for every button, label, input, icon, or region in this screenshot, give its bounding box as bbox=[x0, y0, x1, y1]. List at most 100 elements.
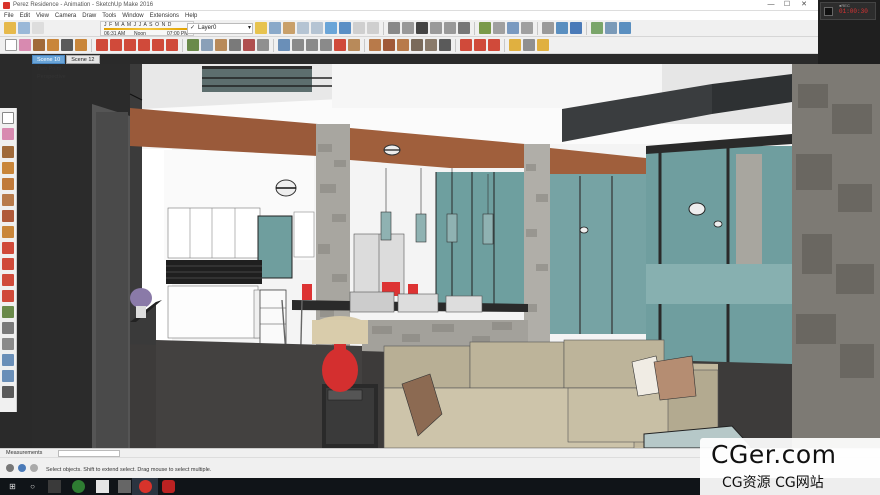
folder-icon[interactable] bbox=[255, 22, 267, 34]
stop-record-icon[interactable] bbox=[824, 7, 833, 16]
solid-outer-shell-icon[interactable] bbox=[460, 39, 472, 51]
from-contours-icon[interactable] bbox=[369, 39, 381, 51]
stamp-icon[interactable] bbox=[411, 39, 423, 51]
move-icon[interactable] bbox=[110, 39, 122, 51]
zoom-window-icon[interactable] bbox=[320, 39, 332, 51]
menu-view[interactable]: View bbox=[36, 13, 49, 19]
extension-warehouse-icon[interactable] bbox=[509, 39, 521, 51]
left-view-icon[interactable] bbox=[458, 22, 470, 34]
save-icon[interactable] bbox=[269, 22, 281, 34]
back-view-icon[interactable] bbox=[444, 22, 456, 34]
pencil-icon[interactable] bbox=[33, 39, 45, 51]
chevron-down-icon[interactable]: ▾ bbox=[248, 24, 251, 33]
chrome-icon[interactable] bbox=[72, 480, 85, 493]
polygon-tool-icon[interactable] bbox=[2, 210, 14, 222]
freehand-tool-icon[interactable] bbox=[2, 162, 14, 174]
iso-view-icon[interactable] bbox=[388, 22, 400, 34]
solid-intersect-icon[interactable] bbox=[474, 39, 486, 51]
3d-text-icon[interactable] bbox=[257, 39, 269, 51]
menu-draw[interactable]: Draw bbox=[82, 13, 96, 19]
paste-icon[interactable] bbox=[325, 22, 337, 34]
zoom-icon[interactable] bbox=[306, 39, 318, 51]
select-arrow-icon[interactable] bbox=[5, 39, 17, 51]
circle-tool-icon[interactable] bbox=[2, 194, 14, 206]
line-tool-icon[interactable] bbox=[2, 146, 14, 158]
section-plane-icon[interactable] bbox=[521, 22, 533, 34]
components-icon[interactable] bbox=[591, 22, 603, 34]
menu-tools[interactable]: Tools bbox=[102, 13, 116, 19]
sketchup-taskbar-icon[interactable] bbox=[139, 480, 152, 493]
xray-icon[interactable] bbox=[353, 22, 365, 34]
walk-icon[interactable] bbox=[479, 22, 491, 34]
axes-icon[interactable] bbox=[243, 39, 255, 51]
zoom-extents-icon[interactable] bbox=[556, 22, 568, 34]
text-icon[interactable] bbox=[229, 39, 241, 51]
previous-view-icon[interactable] bbox=[334, 39, 346, 51]
from-scratch-icon[interactable] bbox=[383, 39, 395, 51]
walk-tool-icon[interactable] bbox=[2, 386, 14, 398]
app-icon[interactable] bbox=[96, 480, 109, 493]
warehouse-icon[interactable] bbox=[619, 22, 631, 34]
follow-me-icon[interactable] bbox=[138, 39, 150, 51]
layer-select[interactable]: ✓ Layer0 ▾ bbox=[187, 23, 253, 34]
protractor-icon[interactable] bbox=[215, 39, 227, 51]
text-tool-icon[interactable] bbox=[2, 322, 14, 334]
offset-icon[interactable] bbox=[166, 39, 178, 51]
rotate-tool-icon[interactable] bbox=[2, 258, 14, 270]
help-icon[interactable] bbox=[30, 464, 38, 472]
dimension-icon[interactable] bbox=[201, 39, 213, 51]
file-explorer-icon[interactable] bbox=[118, 480, 131, 493]
copy-icon[interactable] bbox=[311, 22, 323, 34]
shadow-time-slider[interactable]: J F M A M J J A S O N D 06:31 AM Noon 07… bbox=[100, 21, 194, 37]
credits-icon[interactable] bbox=[18, 464, 26, 472]
eraser-tool-icon[interactable] bbox=[2, 128, 14, 140]
offset-tool-icon[interactable] bbox=[2, 290, 14, 302]
rotate-icon[interactable] bbox=[124, 39, 136, 51]
fog-icon[interactable] bbox=[32, 22, 44, 34]
tab-scene-12[interactable]: Scene 12 bbox=[66, 55, 100, 64]
get-models-icon[interactable] bbox=[537, 39, 549, 51]
add-detail-icon[interactable] bbox=[439, 39, 451, 51]
menu-help[interactable]: Help bbox=[185, 13, 197, 19]
search-icon[interactable]: ○ bbox=[26, 480, 39, 493]
start-button[interactable]: ⊞ bbox=[6, 480, 19, 493]
tape-measure-icon[interactable] bbox=[187, 39, 199, 51]
screen-recorder-widget[interactable]: ●REC 01:00:30 bbox=[820, 2, 876, 20]
top-view-icon[interactable] bbox=[402, 22, 414, 34]
position-camera-icon[interactable] bbox=[493, 22, 505, 34]
recorder-taskbar-icon[interactable] bbox=[162, 480, 175, 493]
push-pull-icon[interactable] bbox=[96, 39, 108, 51]
box-icon[interactable] bbox=[283, 22, 295, 34]
minimize-button[interactable]: — bbox=[764, 0, 778, 11]
scale-icon[interactable] bbox=[152, 39, 164, 51]
orbit-icon[interactable] bbox=[542, 22, 554, 34]
paint-bucket-icon[interactable] bbox=[75, 39, 87, 51]
model-info-icon[interactable] bbox=[605, 22, 617, 34]
menu-window[interactable]: Window bbox=[122, 13, 143, 19]
pan-icon[interactable] bbox=[292, 39, 304, 51]
back-edges-icon[interactable] bbox=[367, 22, 379, 34]
position-camera-tool-icon[interactable] bbox=[2, 370, 14, 382]
menu-extensions[interactable]: Extensions bbox=[150, 13, 179, 19]
pan-tool-icon[interactable] bbox=[2, 338, 14, 350]
tape-tool-icon[interactable] bbox=[2, 306, 14, 318]
smoove-icon[interactable] bbox=[397, 39, 409, 51]
scale-tool-icon[interactable] bbox=[2, 274, 14, 286]
arc-tool-icon[interactable] bbox=[2, 226, 14, 238]
shadow-date-bar[interactable] bbox=[104, 28, 190, 30]
sandbox-icon[interactable] bbox=[348, 39, 360, 51]
geo-location-icon[interactable] bbox=[6, 464, 14, 472]
tab-scene-10[interactable]: Scene 10 bbox=[32, 55, 66, 64]
display-style-icon[interactable] bbox=[339, 22, 351, 34]
rectangle-tool-icon[interactable] bbox=[2, 178, 14, 190]
undo-view-icon[interactable] bbox=[570, 22, 582, 34]
maximize-button[interactable]: ☐ bbox=[780, 0, 794, 11]
solid-union-icon[interactable] bbox=[488, 39, 500, 51]
eraser-icon[interactable] bbox=[19, 39, 31, 51]
rectangle-icon[interactable] bbox=[61, 39, 73, 51]
share-model-icon[interactable] bbox=[523, 39, 535, 51]
cut-icon[interactable] bbox=[297, 22, 309, 34]
shadows-toggle-icon[interactable] bbox=[4, 22, 16, 34]
model-viewport[interactable]: Two Point Perspective bbox=[32, 64, 880, 448]
menu-camera[interactable]: Camera bbox=[55, 13, 76, 19]
